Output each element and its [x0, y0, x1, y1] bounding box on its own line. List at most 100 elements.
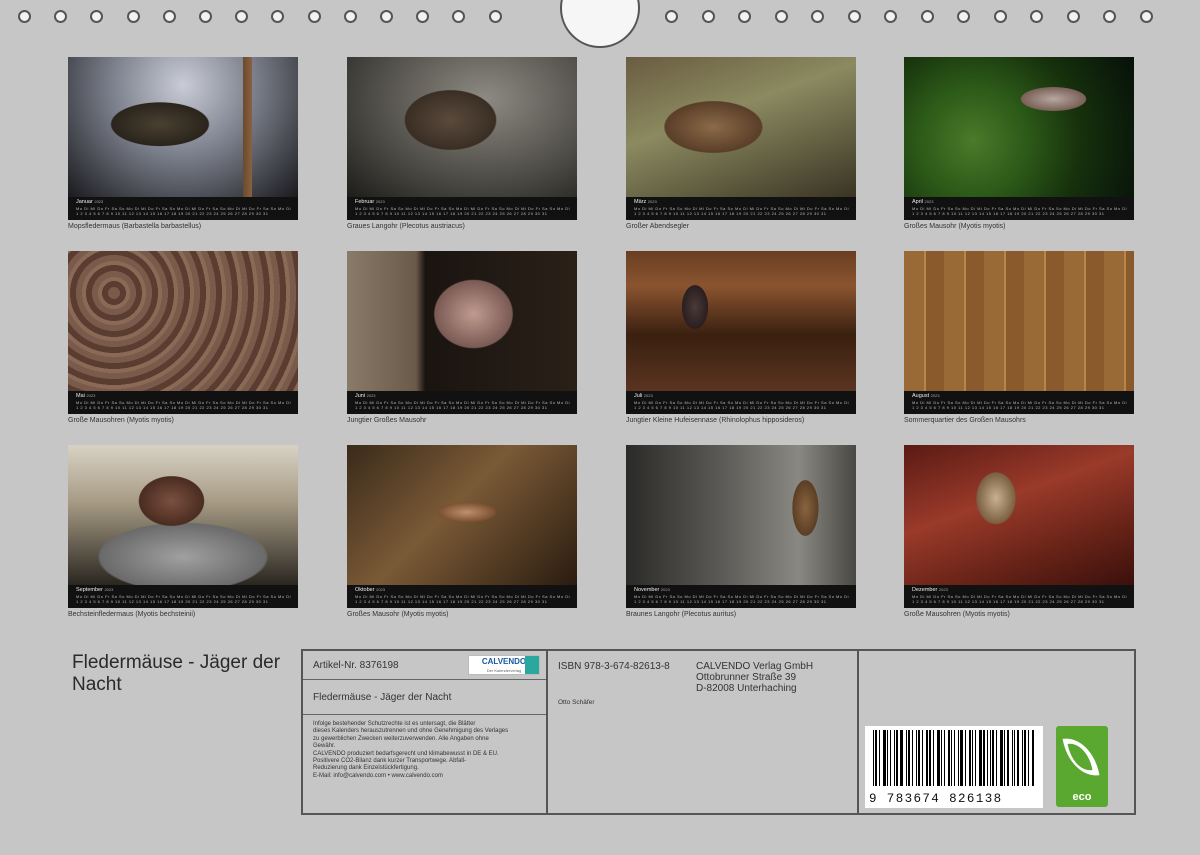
barcode-bar — [905, 730, 907, 786]
binding-hole — [920, 10, 934, 23]
legal-line: E-Mail: info@calvendo.com • www.calvendo… — [313, 772, 443, 779]
barcode-bar — [953, 730, 955, 786]
photo-caption: Braunes Langohr (Plecotus auritus) — [626, 611, 737, 618]
month-name: Dezember 2023 — [912, 587, 948, 593]
barcode-bar — [1021, 730, 1023, 786]
binding-hole — [199, 10, 212, 23]
barcode-bar — [1023, 730, 1027, 786]
barcode-bar — [992, 730, 995, 786]
barcode-bar — [1006, 730, 1009, 786]
barcode-bar — [960, 730, 964, 786]
photo-caption: Graues Langohr (Plecotus austriacus) — [347, 223, 465, 230]
barcode-bar — [943, 730, 945, 786]
calendar-strip: Oktober 2023 Mo Di Mi Do Fr Sa So Mo Di M… — [347, 585, 577, 608]
day-numbers: 1 2 3 4 5 6 7 8 9 10 11 12 13 14 15 16 1… — [634, 599, 827, 604]
barcode-bars — [873, 730, 1035, 786]
bat-photo — [904, 251, 1134, 391]
calendar-strip: April 2023 Mo Di Mi Do Fr Sa So Mo Di Mi … — [904, 197, 1134, 220]
calendar-strip: Dezember 2023 Mo Di Mi Do Fr Sa So Mo Di … — [904, 585, 1134, 608]
binding-hole — [235, 10, 249, 23]
eco-badge: eco — [1056, 726, 1108, 807]
month-name: August 2023 — [912, 393, 940, 399]
day-numbers: 1 2 3 4 5 6 7 8 9 10 11 12 13 14 15 16 1… — [634, 211, 827, 216]
barcode-bar — [933, 730, 935, 786]
calendar-strip: Januar 2023 Mo Di Mi Do Fr Sa So Mo Di Mi… — [68, 197, 298, 220]
binding-hole — [488, 10, 502, 23]
barcode-bar — [911, 730, 913, 786]
barcode-bar — [986, 730, 988, 786]
day-numbers: 1 2 3 4 5 6 7 8 9 10 11 12 13 14 15 16 1… — [355, 405, 548, 410]
month-page: August 2023 Mo Di Mi Do Fr Sa So Mo Di Mi… — [904, 251, 1134, 424]
day-numbers: 1 2 3 4 5 6 7 8 9 10 11 12 13 14 15 16 1… — [355, 599, 548, 604]
month-page: September 2023 Mo Di Mi Do Fr Sa So Mo Di… — [68, 445, 298, 618]
binding-hole — [18, 10, 31, 23]
day-numbers: 1 2 3 4 5 6 7 8 9 10 11 12 13 14 15 16 1… — [76, 211, 269, 216]
binding-hole — [1066, 10, 1080, 23]
month-page: Juni 2023 Mo Di Mi Do Fr Sa So Mo Di Mi D… — [347, 251, 577, 424]
spiral-binding — [0, 0, 1200, 48]
bat-photo — [68, 57, 298, 197]
month-page: Februar 2023 Mo Di Mi Do Fr Sa So Mo Di M… — [347, 57, 577, 230]
barcode: 9 783674 826138 — [865, 726, 1043, 808]
binding-hole — [847, 10, 861, 23]
binding-hole — [416, 10, 430, 23]
photo-caption: Großer Abendsegler — [626, 223, 690, 230]
binding-hole — [1103, 10, 1116, 23]
day-numbers: 1 2 3 4 5 6 7 8 9 10 11 12 13 14 15 16 1… — [76, 405, 269, 410]
barcode-bar — [950, 730, 952, 786]
publisher-line: Ottobrunner Straße 39 — [696, 672, 797, 683]
binding-hole — [993, 10, 1007, 23]
day-numbers: 1 2 3 4 5 6 7 8 9 10 11 12 13 14 15 16 1… — [76, 599, 269, 604]
binding-hole — [380, 10, 393, 23]
barcode-bar — [990, 730, 992, 786]
month-name: Januar 2023 — [76, 199, 104, 205]
calendar-strip: Juli 2023 Mo Di Mi Do Fr Sa So Mo Di Mi D… — [626, 391, 856, 414]
binding-hole — [811, 10, 824, 23]
barcode-bar — [1016, 730, 1019, 786]
photo-caption: Mopsfledermaus (Barbastella barbastellus… — [68, 223, 202, 230]
barcode-bar — [873, 730, 874, 786]
barcode-bar — [1004, 730, 1005, 786]
calendar-strip: Mai 2023 Mo Di Mi Do Fr Sa So Mo Di Mi Do… — [68, 391, 298, 414]
calendar-subtitle: Fledermäuse - Jäger der Nacht — [313, 692, 452, 703]
barcode-bar — [1013, 730, 1015, 786]
month-name: Mai 2023 — [76, 393, 96, 399]
month-page: November 2023 Mo Di Mi Do Fr Sa So Mo Di … — [626, 445, 856, 618]
legal-notice: Infolge bestehender Schutzrechte ist es … — [303, 715, 546, 786]
legal-line: CALVENDO produziert bedarfsgerecht und k… — [313, 750, 499, 757]
barcode-bar — [937, 730, 940, 786]
binding-hole — [957, 10, 970, 23]
barcode-bar — [896, 730, 899, 786]
binding-hole — [701, 10, 715, 23]
barcode-bar — [874, 730, 877, 786]
binding-hole — [54, 10, 68, 23]
legal-line: Gewähr. — [313, 743, 336, 750]
barcode-bar — [917, 730, 921, 786]
barcode-bar — [894, 730, 896, 786]
month-name: April 2023 — [912, 199, 934, 205]
barcode-bar — [996, 730, 998, 786]
day-numbers: 1 2 3 4 5 6 7 8 9 10 11 12 13 14 15 16 1… — [912, 599, 1105, 604]
book-title: Fledermäuse - Jäger der Nacht — [72, 652, 281, 695]
bat-photo — [347, 445, 577, 585]
barcode-bar — [978, 730, 982, 786]
hanger-hole — [560, 0, 640, 48]
binding-hole — [271, 10, 285, 23]
month-name: September 2023 — [76, 587, 114, 593]
calendar-strip: November 2023 Mo Di Mi Do Fr Sa So Mo Di … — [626, 585, 856, 608]
photo-caption: Bechsteinfledermaus (Myotis bechsteinii) — [68, 611, 196, 618]
month-page: Oktober 2023 Mo Di Mi Do Fr Sa So Mo Di M… — [347, 445, 577, 618]
legal-line: Infolge bestehender Schutzrechte ist es … — [313, 721, 476, 727]
month-name: Februar 2023 — [355, 199, 385, 205]
legal-line: Reduzierung dank Einzelstückfertigung. — [313, 765, 419, 772]
barcode-bar — [907, 730, 910, 786]
month-page: April 2023 Mo Di Mi Do Fr Sa So Mo Di Mi … — [904, 57, 1134, 230]
isbn: ISBN 978-3-674-82613-8 — [558, 661, 670, 672]
barcode-bar — [947, 730, 950, 786]
photo-caption: Jungtier Kleine Hufeisennase (Rhinolophu… — [626, 417, 805, 424]
publisher-line: CALVENDO Verlag GmbH — [696, 661, 814, 672]
photo-caption: Großes Mausohr (Myotis myotis) — [904, 223, 1006, 230]
binding-hole — [1139, 10, 1153, 23]
day-numbers: 1 2 3 4 5 6 7 8 9 10 11 12 13 14 15 16 1… — [912, 405, 1105, 410]
eco-label: eco — [1072, 791, 1092, 803]
